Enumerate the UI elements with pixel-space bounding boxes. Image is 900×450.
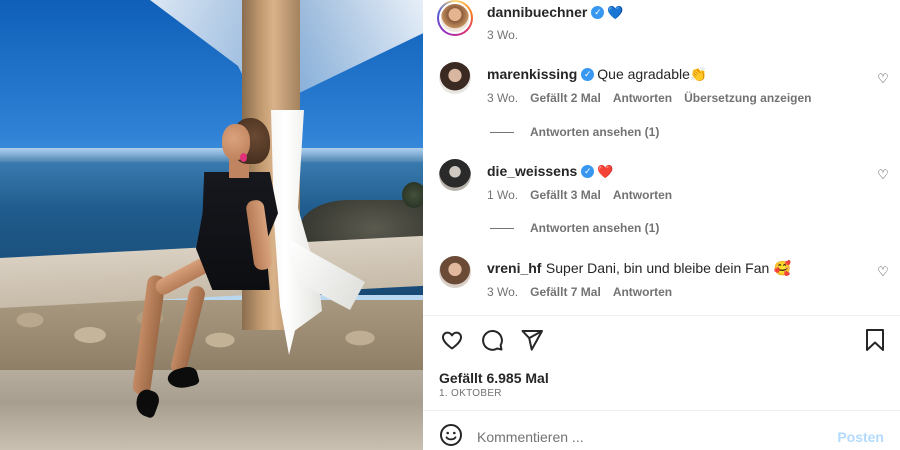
- comment-username[interactable]: marenkissing: [487, 66, 577, 82]
- reply-button[interactable]: Antworten: [613, 91, 672, 105]
- comment-like-heart-icon[interactable]: ♡: [876, 72, 890, 86]
- comment-meta: 3 Wo. Gefällt 2 Mal Antworten Übersetzung a…: [487, 91, 824, 105]
- comment-like-heart-icon[interactable]: ♡: [876, 265, 890, 279]
- tree: [402, 182, 423, 208]
- white-drape-right: [295, 0, 423, 95]
- smiley-icon[interactable]: [439, 423, 463, 450]
- bookmark-icon[interactable]: [862, 327, 888, 353]
- smiling-hearts-emoji: 🥰: [773, 260, 792, 276]
- likes-count[interactable]: Gefällt 6.985 Mal: [439, 370, 549, 386]
- horizon: [0, 148, 423, 162]
- verified-badge-icon: ✓: [581, 165, 595, 179]
- comment-meta: 3 Wo. Gefällt 7 Mal Antworten: [487, 285, 684, 299]
- comment-age: 3 Wo.: [487, 91, 519, 105]
- comment-text: Super Dani, bin und bleibe dein Fan: [545, 260, 770, 276]
- action-bar: [439, 327, 545, 353]
- comment-username[interactable]: vreni_hf: [487, 260, 541, 276]
- author-row: dannibuechner ✓ 💙: [487, 4, 624, 22]
- post-photo[interactable]: [0, 0, 423, 450]
- translate-button[interactable]: Übersetzung anzeigen: [684, 91, 811, 105]
- heart-outline-icon[interactable]: [439, 327, 465, 353]
- commenter-avatar[interactable]: [439, 159, 471, 191]
- divider: [423, 315, 900, 316]
- commenter-avatar[interactable]: [439, 62, 471, 94]
- view-replies-button[interactable]: Antworten ansehen (1): [490, 125, 659, 139]
- verified-badge-icon: ✓: [581, 68, 595, 82]
- red-heart-emoji: ❤️: [597, 164, 614, 179]
- comment-like-heart-icon[interactable]: ♡: [876, 168, 890, 182]
- replies-line: [490, 132, 514, 134]
- verified-badge-icon: ✓: [591, 6, 605, 20]
- comment-likes[interactable]: Gefällt 7 Mal: [530, 285, 601, 299]
- commenter-avatar[interactable]: [439, 256, 471, 288]
- comment-row: die_weissens ✓ ❤️: [487, 163, 613, 181]
- post-side-panel: dannibuechner ✓ 💙 3 Wo. marenkissing ✓ Que a…: [423, 0, 900, 450]
- blue-heart-icon: 💙: [607, 5, 624, 20]
- pink-earring: [240, 153, 247, 162]
- view-replies-button[interactable]: Antworten ansehen (1): [490, 221, 659, 235]
- comment-row: marenkissing ✓ Que agradable👏: [487, 66, 707, 84]
- comment-age: 3 Wo.: [487, 285, 519, 299]
- post-date: 1. OKTOBER: [439, 388, 502, 399]
- comment-row: vreni_hf Super Dani, bin und bleibe dein…: [487, 260, 791, 278]
- post-button[interactable]: Posten: [837, 429, 884, 445]
- comment-text: Que agradable: [597, 66, 690, 82]
- reply-button[interactable]: Antworten: [613, 188, 672, 202]
- reply-button[interactable]: Antworten: [613, 285, 672, 299]
- author-avatar[interactable]: [437, 0, 473, 36]
- comment-likes[interactable]: Gefällt 3 Mal: [530, 188, 601, 202]
- divider: [423, 410, 900, 411]
- comment-bar: Posten: [439, 423, 884, 450]
- post-age: 3 Wo.: [487, 28, 519, 42]
- paper-plane-icon[interactable]: [519, 327, 545, 353]
- comment-username[interactable]: die_weissens: [487, 163, 577, 179]
- comment-likes[interactable]: Gefällt 2 Mal: [530, 91, 601, 105]
- comment-age: 1 Wo.: [487, 188, 519, 202]
- comment-input[interactable]: [477, 429, 817, 445]
- comment-meta: 1 Wo. Gefällt 3 Mal Antworten: [487, 188, 684, 202]
- replies-line: [490, 228, 514, 230]
- comment-bubble-icon[interactable]: [479, 327, 505, 353]
- stone-wall: [0, 300, 423, 370]
- clap-emoji: 👏: [689, 66, 708, 82]
- author-username[interactable]: dannibuechner: [487, 4, 587, 20]
